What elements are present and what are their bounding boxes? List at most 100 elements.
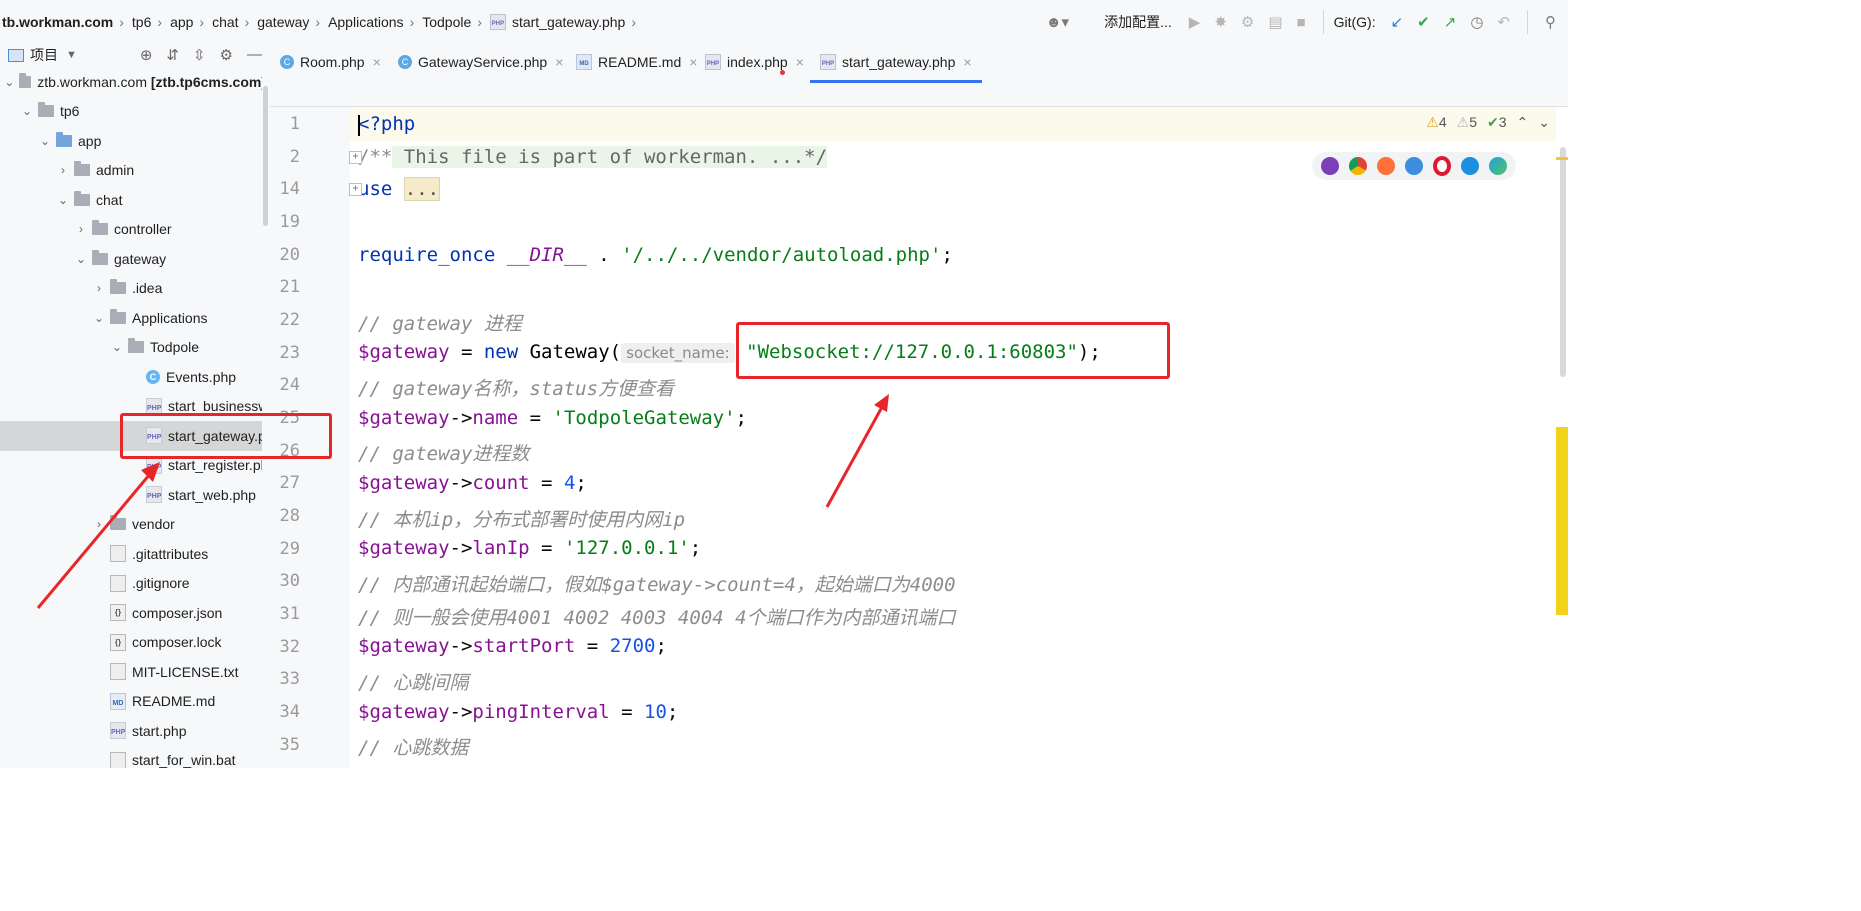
tab-readme[interactable]: MD README.md ×	[576, 44, 697, 80]
breadcrumb-item-app[interactable]: app	[166, 14, 197, 30]
tree-item-start-web[interactable]: PHP start_web.php	[0, 480, 262, 510]
stop-icon[interactable]: ■	[1297, 14, 1306, 31]
chevron-right-icon[interactable]: ›	[56, 163, 70, 177]
tree-item-gitignore[interactable]: .gitignore	[0, 569, 262, 599]
tree-item-gitattributes[interactable]: .gitattributes	[0, 539, 262, 569]
git-history-icon[interactable]: ◷	[1470, 13, 1483, 31]
tree-item-tp6[interactable]: ⌄ tp6	[0, 97, 262, 127]
breadcrumb-item-gateway[interactable]: gateway	[253, 14, 313, 30]
tree-item-idea[interactable]: › .idea	[0, 274, 262, 304]
tab-gatewayservice[interactable]: C GatewayService.php ×	[398, 44, 563, 80]
debug-icon[interactable]: ✸	[1214, 13, 1227, 31]
fold-expand-icon[interactable]: +	[349, 151, 362, 164]
tree-item-readme[interactable]: MD README.md	[0, 687, 262, 717]
opera-icon[interactable]	[1433, 156, 1451, 176]
line-number: 14	[279, 179, 300, 199]
tab-label: Room.php	[300, 54, 365, 70]
ie-icon[interactable]	[1461, 157, 1479, 175]
hide-icon[interactable]: —	[247, 46, 262, 64]
chevron-down-icon[interactable]: ⌄	[74, 252, 88, 266]
breadcrumb-item-file[interactable]: PHP start_gateway.php	[486, 14, 629, 30]
chevron-down-icon[interactable]: ⌄	[20, 104, 34, 118]
tree-item-events[interactable]: C Events.php	[0, 362, 262, 392]
breadcrumb-item-applications[interactable]: Applications	[324, 14, 408, 30]
add-configuration-button[interactable]: 添加配置...	[1104, 12, 1172, 32]
project-view-selector[interactable]: 项目 ▼	[0, 45, 77, 65]
git-push-icon[interactable]: ↗	[1444, 13, 1457, 31]
editor-scrollbar[interactable]	[1556, 107, 1568, 768]
chevron-down-icon[interactable]: ⌄	[110, 340, 124, 354]
tree-item-gateway[interactable]: ⌄ gateway	[0, 244, 262, 274]
gear-icon[interactable]: ⚙	[220, 46, 233, 64]
tree-item-applications[interactable]: ⌄ Applications	[0, 303, 262, 333]
search-icon[interactable]: ⚲	[1545, 13, 1556, 31]
chevron-right-icon[interactable]: ›	[92, 281, 106, 295]
breadcrumb-item-chat[interactable]: chat	[208, 14, 242, 30]
firefox-icon[interactable]	[1377, 157, 1395, 175]
scrollbar-thumb[interactable]	[263, 86, 268, 226]
code-editor[interactable]: ⚠4 ⚠5 ✔3 ⌃ ⌄ <?php +/** This file is par…	[349, 107, 1556, 768]
chevron-down-icon[interactable]: ⌄	[56, 193, 70, 207]
chevron-down-icon[interactable]: ⌄	[1538, 114, 1550, 131]
chevron-right-icon[interactable]: ›	[74, 222, 88, 236]
project-icon	[8, 48, 24, 62]
locate-icon[interactable]: ⊕	[140, 46, 153, 64]
tree-item-start-for-win[interactable]: start_for_win.bat	[0, 746, 262, 768]
annotation-box-websocket	[736, 322, 1170, 379]
tree-item-chat[interactable]: ⌄ chat	[0, 185, 262, 215]
batch-file-icon	[110, 751, 126, 768]
tree-item-start-php[interactable]: PHP start.php	[0, 716, 262, 746]
breadcrumb-item-tp6[interactable]: tp6	[128, 14, 155, 30]
chrome-icon[interactable]	[1349, 157, 1367, 175]
close-icon[interactable]: ×	[689, 54, 697, 70]
warning-stripe[interactable]	[1556, 157, 1568, 160]
breadcrumb-item-todpole[interactable]: Todpole	[418, 14, 475, 30]
chevron-right-icon[interactable]: ›	[92, 517, 106, 531]
folder-icon	[74, 190, 90, 206]
weak-warning-indicator[interactable]: ⚠5	[1457, 114, 1477, 131]
tree-item-composer-lock[interactable]: {} composer.lock	[0, 628, 262, 658]
fold-expand-icon[interactable]: +	[349, 183, 362, 196]
profile-icon[interactable]: ▤	[1268, 13, 1282, 31]
navigation-bar: tb.workman.com › tp6 › app › chat › gateway ›…	[0, 0, 1568, 45]
tab-index[interactable]: PHP index.php ×	[705, 44, 804, 80]
collapse-all-icon[interactable]: ⇳	[193, 46, 206, 64]
inspection-indicators[interactable]: ⚠4 ⚠5 ✔3 ⌃ ⌄	[1426, 114, 1550, 131]
expand-all-icon[interactable]: ⇵	[166, 46, 179, 64]
git-commit-icon[interactable]: ✔	[1417, 13, 1430, 31]
close-icon[interactable]: ×	[796, 54, 804, 70]
php-file-icon: PHP	[705, 54, 721, 70]
phpstorm-icon[interactable]	[1321, 157, 1339, 175]
warning-indicator[interactable]: ⚠4	[1426, 114, 1446, 131]
close-icon[interactable]: ×	[373, 54, 381, 70]
chevron-down-icon[interactable]: ⌄	[4, 75, 15, 89]
tree-item-composer-json[interactable]: {} composer.json	[0, 598, 262, 628]
tree-item-root[interactable]: ⌄ ztb.workman.com [ztb.tp6cms.com]	[0, 67, 262, 97]
tree-item-todpole[interactable]: ⌄ Todpole	[0, 333, 262, 363]
breadcrumb-item-project[interactable]: tb.workman.com	[0, 14, 117, 30]
ok-indicator[interactable]: ✔3	[1487, 114, 1507, 131]
git-rollback-icon[interactable]: ↶	[1497, 13, 1510, 31]
user-icon[interactable]: ☻▾	[1046, 13, 1069, 31]
tree-item-app[interactable]: ⌄ app	[0, 126, 262, 156]
tab-room[interactable]: C Room.php ×	[280, 44, 381, 80]
highlight-stripe	[1556, 427, 1568, 615]
run-icon[interactable]: ▶	[1189, 13, 1201, 31]
edge-icon[interactable]	[1489, 157, 1507, 175]
chevron-up-icon[interactable]: ⌃	[1517, 114, 1529, 131]
tree-item-admin[interactable]: › admin	[0, 156, 262, 186]
scrollbar-thumb[interactable]	[1560, 147, 1566, 377]
safari-icon[interactable]	[1405, 157, 1423, 175]
chevron-down-icon[interactable]: ⌄	[92, 311, 106, 325]
coverage-icon[interactable]: ⚙	[1241, 13, 1254, 31]
chevron-down-icon[interactable]: ⌄	[38, 134, 52, 148]
close-icon[interactable]: ×	[963, 54, 971, 70]
tree-item-vendor[interactable]: › vendor	[0, 510, 262, 540]
folded-region[interactable]: This file is part of workerman. ...*/	[392, 146, 828, 168]
folded-region[interactable]: ...	[403, 177, 441, 201]
git-update-icon[interactable]: ↙	[1391, 13, 1404, 31]
tab-start-gateway[interactable]: PHP start_gateway.php ×	[810, 44, 982, 83]
close-icon[interactable]: ×	[555, 54, 563, 70]
tree-item-controller[interactable]: › controller	[0, 215, 262, 245]
tree-item-license[interactable]: MIT-LICENSE.txt	[0, 657, 262, 687]
